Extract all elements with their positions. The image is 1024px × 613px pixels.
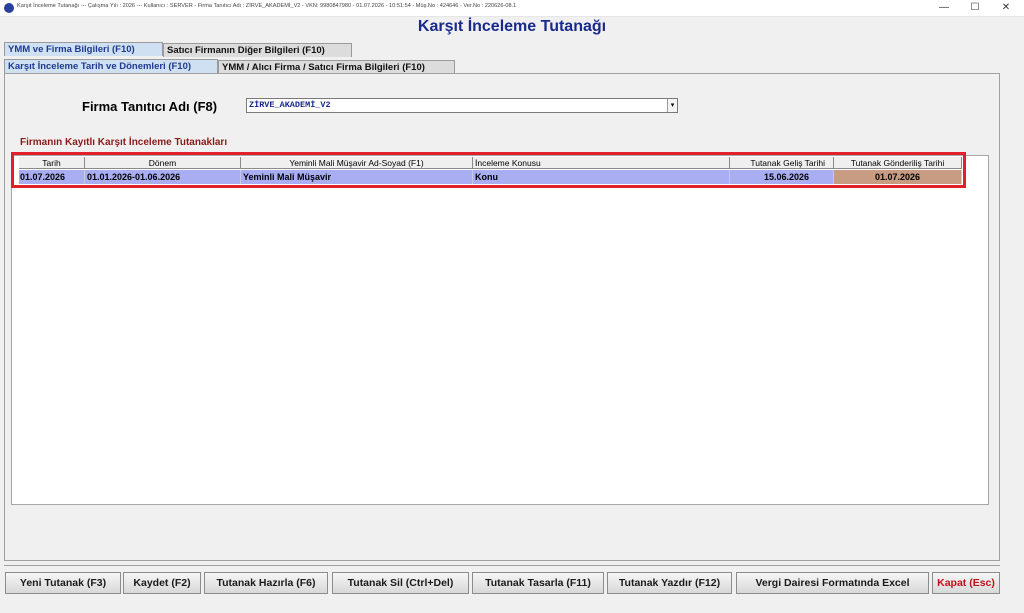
- excel-export-button[interactable]: Vergi Dairesi Formatında Excel: [736, 572, 929, 594]
- kapat-button[interactable]: Kapat (Esc): [932, 572, 1000, 594]
- firma-label: Firma Tanıtıcı Adı (F8): [82, 99, 218, 114]
- column-header-tutanak-gelis[interactable]: Tutanak Geliş Tarihi: [730, 157, 834, 169]
- table-row-cell-donem[interactable]: 01.01.2026-01.06.2026: [85, 170, 241, 184]
- table-row-cell-ymm[interactable]: Yeminli Mali Müşavir: [241, 170, 473, 184]
- tab-ymm-alici-satici-firma[interactable]: YMM / Alıcı Firma / Satıcı Firma Bilgile…: [218, 60, 455, 74]
- app-icon: [4, 3, 14, 13]
- firma-select-value: ZİRVE_AKADEMİ_V2: [249, 100, 331, 110]
- section-title: Firmanın Kayıtlı Karşıt İnceleme Tutanak…: [20, 137, 228, 148]
- minimize-icon[interactable]: —: [929, 1, 959, 15]
- maximize-icon[interactable]: ☐: [960, 1, 990, 15]
- tutanak-tasarla-button[interactable]: Tutanak Tasarla (F11): [472, 572, 604, 594]
- page-title: Karşıt İnceleme Tutanağı: [417, 18, 607, 35]
- column-header-tutanak-gonderilis[interactable]: Tutanak Gönderiliş Tarihi: [834, 157, 962, 169]
- tutanak-sil-button[interactable]: Tutanak Sil (Ctrl+Del): [332, 572, 469, 594]
- table-row-cell-tarih[interactable]: 01.07.2026: [19, 170, 85, 184]
- kaydet-button[interactable]: Kaydet (F2): [123, 572, 201, 594]
- firma-select[interactable]: ZİRVE_AKADEMİ_V2 ▾: [246, 98, 678, 113]
- yeni-tutanak-button[interactable]: Yeni Tutanak (F3): [5, 572, 121, 594]
- divider: [4, 565, 1000, 566]
- close-icon[interactable]: ✕: [991, 1, 1021, 15]
- table-row-cell-konu[interactable]: Konu: [473, 170, 730, 184]
- tutanak-hazirla-button[interactable]: Tutanak Hazırla (F6): [204, 572, 328, 594]
- column-header-tarih[interactable]: Tarih: [19, 157, 85, 169]
- column-header-donem[interactable]: Dönem: [85, 157, 241, 169]
- tutanak-grid[interactable]: [11, 155, 989, 505]
- column-header-inceleme-konusu[interactable]: İnceleme Konusu: [473, 157, 730, 169]
- window-title-bar: Karşıt İnceleme Tutanağı --- Çalışma Yıl…: [0, 0, 1024, 17]
- chevron-down-icon[interactable]: ▾: [667, 99, 677, 112]
- tutanak-yazdir-button[interactable]: Tutanak Yazdır (F12): [607, 572, 732, 594]
- column-header-ymm[interactable]: Yeminli Mali Müşavir Ad-Soyad (F1): [241, 157, 473, 169]
- table-row-cell-gelis[interactable]: 15.06.2026: [730, 170, 834, 184]
- window-title: Karşıt İnceleme Tutanağı --- Çalışma Yıl…: [17, 3, 517, 9]
- tab-satici-firma-diger-bilgileri[interactable]: Satıcı Firmanın Diğer Bilgileri (F10): [163, 43, 352, 57]
- table-row-cell-gonderilis[interactable]: 01.07.2026: [834, 170, 962, 184]
- tab-ymm-firma-bilgileri[interactable]: YMM ve Firma Bilgileri (F10): [4, 42, 163, 56]
- tab-karsit-inceleme-tarih-donemleri[interactable]: Karşıt İnceleme Tarih ve Dönemleri (F10): [4, 59, 218, 73]
